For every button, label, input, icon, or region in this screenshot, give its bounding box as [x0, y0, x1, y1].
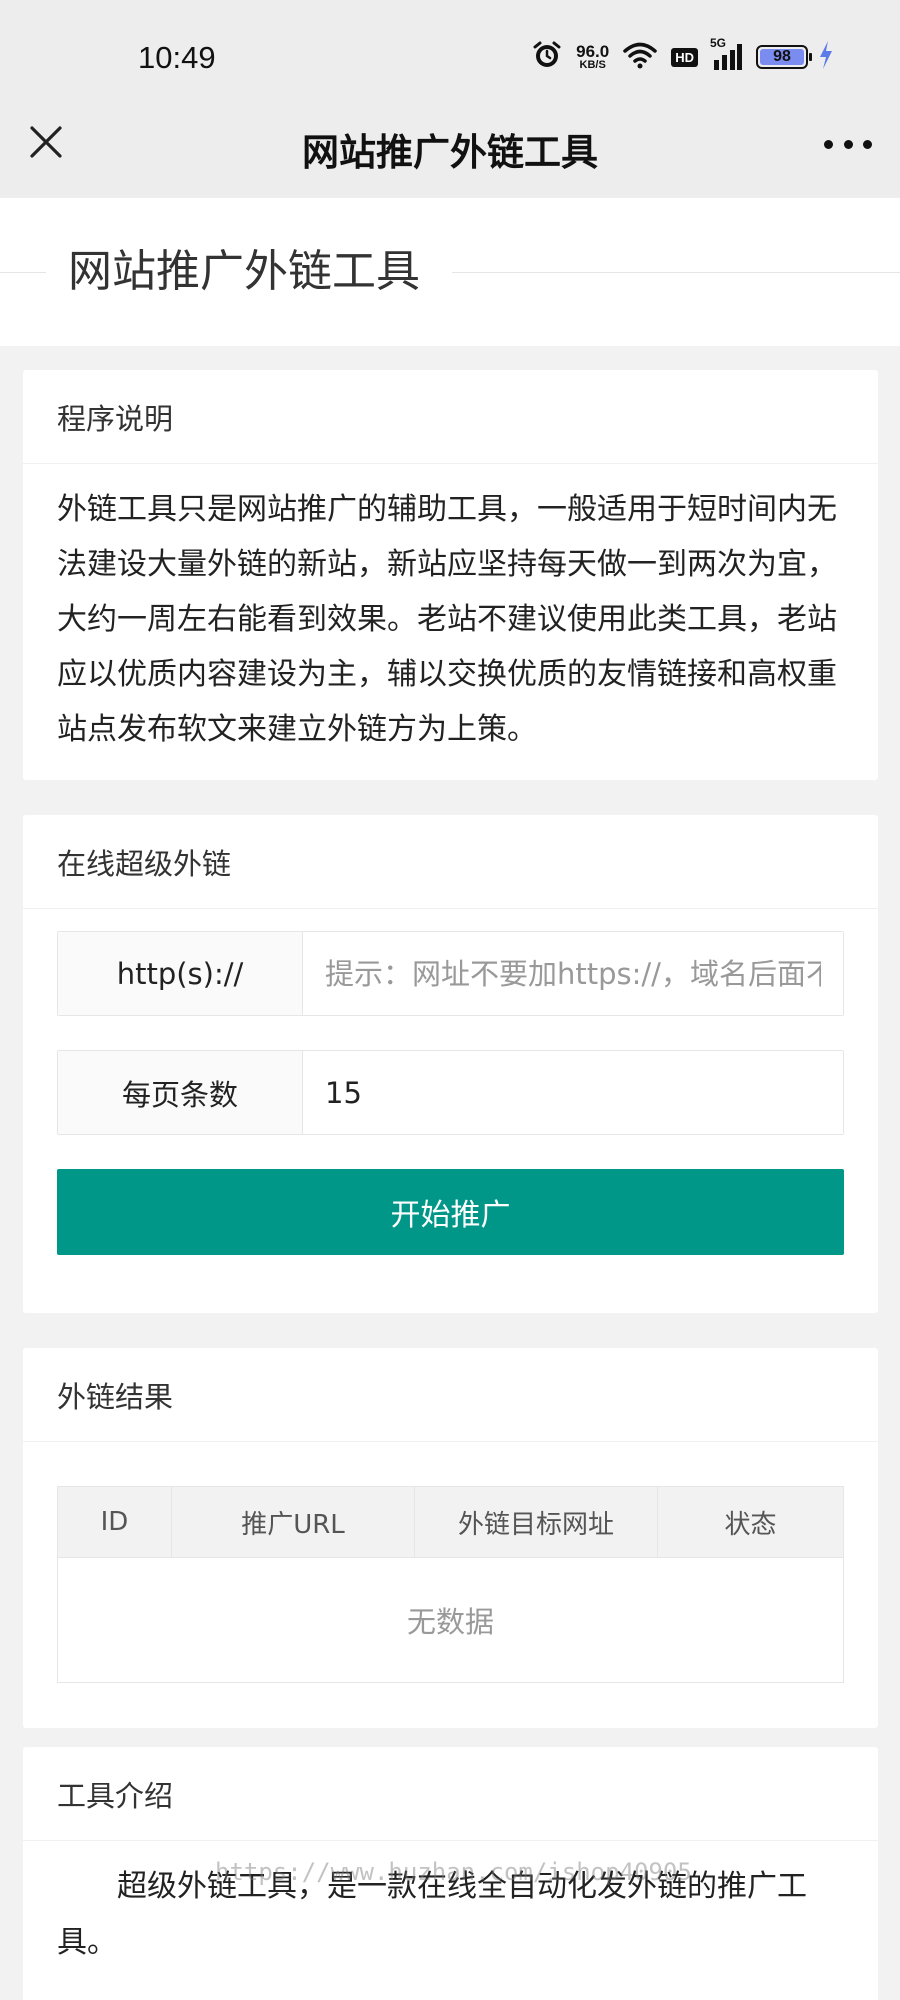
column-header-status[interactable]: 状态 [658, 1487, 843, 1557]
start-promotion-button[interactable]: 开始推广 [57, 1169, 844, 1255]
net-speed: 96.0 KB/S [576, 42, 610, 71]
column-header-id[interactable]: ID [58, 1487, 172, 1557]
more-icon[interactable] [824, 126, 872, 162]
column-header-promo-url[interactable]: 推广URL [172, 1487, 415, 1557]
card-header: 程序说明 [23, 370, 878, 464]
tool-intro-card: 工具介绍 超级外链工具，是一款在线全自动化发外链的推广工具。 [23, 1747, 878, 2000]
card-body: http(s):// 每页条数 开始推广 [23, 909, 878, 1275]
nav-title: 网站推广外链工具 [302, 131, 598, 174]
per-page-form-row: 每页条数 [57, 1050, 844, 1135]
results-card: 外链结果 ID 推广URL 外链目标网址 状态 无数据 [23, 1348, 878, 1728]
header-divider-left [0, 272, 46, 273]
cellular-signal-icon: 5G [710, 36, 742, 70]
wifi-icon [623, 41, 657, 73]
nav-bar: 网站推广外链工具 [0, 100, 900, 198]
empty-state: 无数据 [406, 1605, 494, 1639]
table-header-row: ID 推广URL 外链目标网址 状态 [58, 1487, 843, 1558]
charging-bolt-icon [818, 41, 834, 73]
card-header: 工具介绍 [23, 1747, 878, 1841]
battery-icon: 98 [756, 45, 812, 69]
online-links-card: 在线超级外链 http(s):// 每页条数 开始推广 [23, 815, 878, 1313]
status-time: 10:49 [138, 40, 216, 75]
alarm-icon [532, 40, 562, 74]
url-label: http(s):// [58, 932, 303, 1015]
url-form-row: http(s):// [57, 931, 844, 1016]
header-divider-right [452, 272, 900, 273]
card-body: ID 推广URL 外链目标网址 状态 无数据 [23, 1442, 878, 1703]
card-body: 超级外链工具，是一款在线全自动化发外链的推广工具。 [23, 1841, 878, 1991]
status-icons: 96.0 KB/S HD 5G 98 [532, 36, 834, 74]
program-description-text: 外链工具只是网站推广的辅助工具，一般适用于短时间内无法建设大量外链的新站，新站应… [57, 492, 837, 747]
results-table: ID 推广URL 外链目标网址 状态 无数据 [57, 1486, 844, 1683]
hd-badge: HD [671, 47, 698, 67]
card-header: 外链结果 [23, 1348, 878, 1442]
card-body: 外链工具只是网站推广的辅助工具，一般适用于短时间内无法建设大量外链的新站，新站应… [23, 464, 878, 777]
card-header: 在线超级外链 [23, 815, 878, 909]
url-input[interactable] [303, 932, 843, 1015]
page-header: 网站推广外链工具 [0, 198, 900, 346]
tool-intro-text: 超级外链工具，是一款在线全自动化发外链的推广工具。 [57, 1869, 807, 1960]
page-title: 网站推广外链工具 [68, 246, 420, 297]
per-page-input[interactable] [303, 1051, 843, 1134]
per-page-label: 每页条数 [58, 1051, 303, 1134]
column-header-target-url[interactable]: 外链目标网址 [415, 1487, 658, 1557]
program-description-card: 程序说明 外链工具只是网站推广的辅助工具，一般适用于短时间内无法建设大量外链的新… [23, 370, 878, 780]
status-bar: 10:49 96.0 KB/S HD 5G 98 [0, 0, 900, 100]
